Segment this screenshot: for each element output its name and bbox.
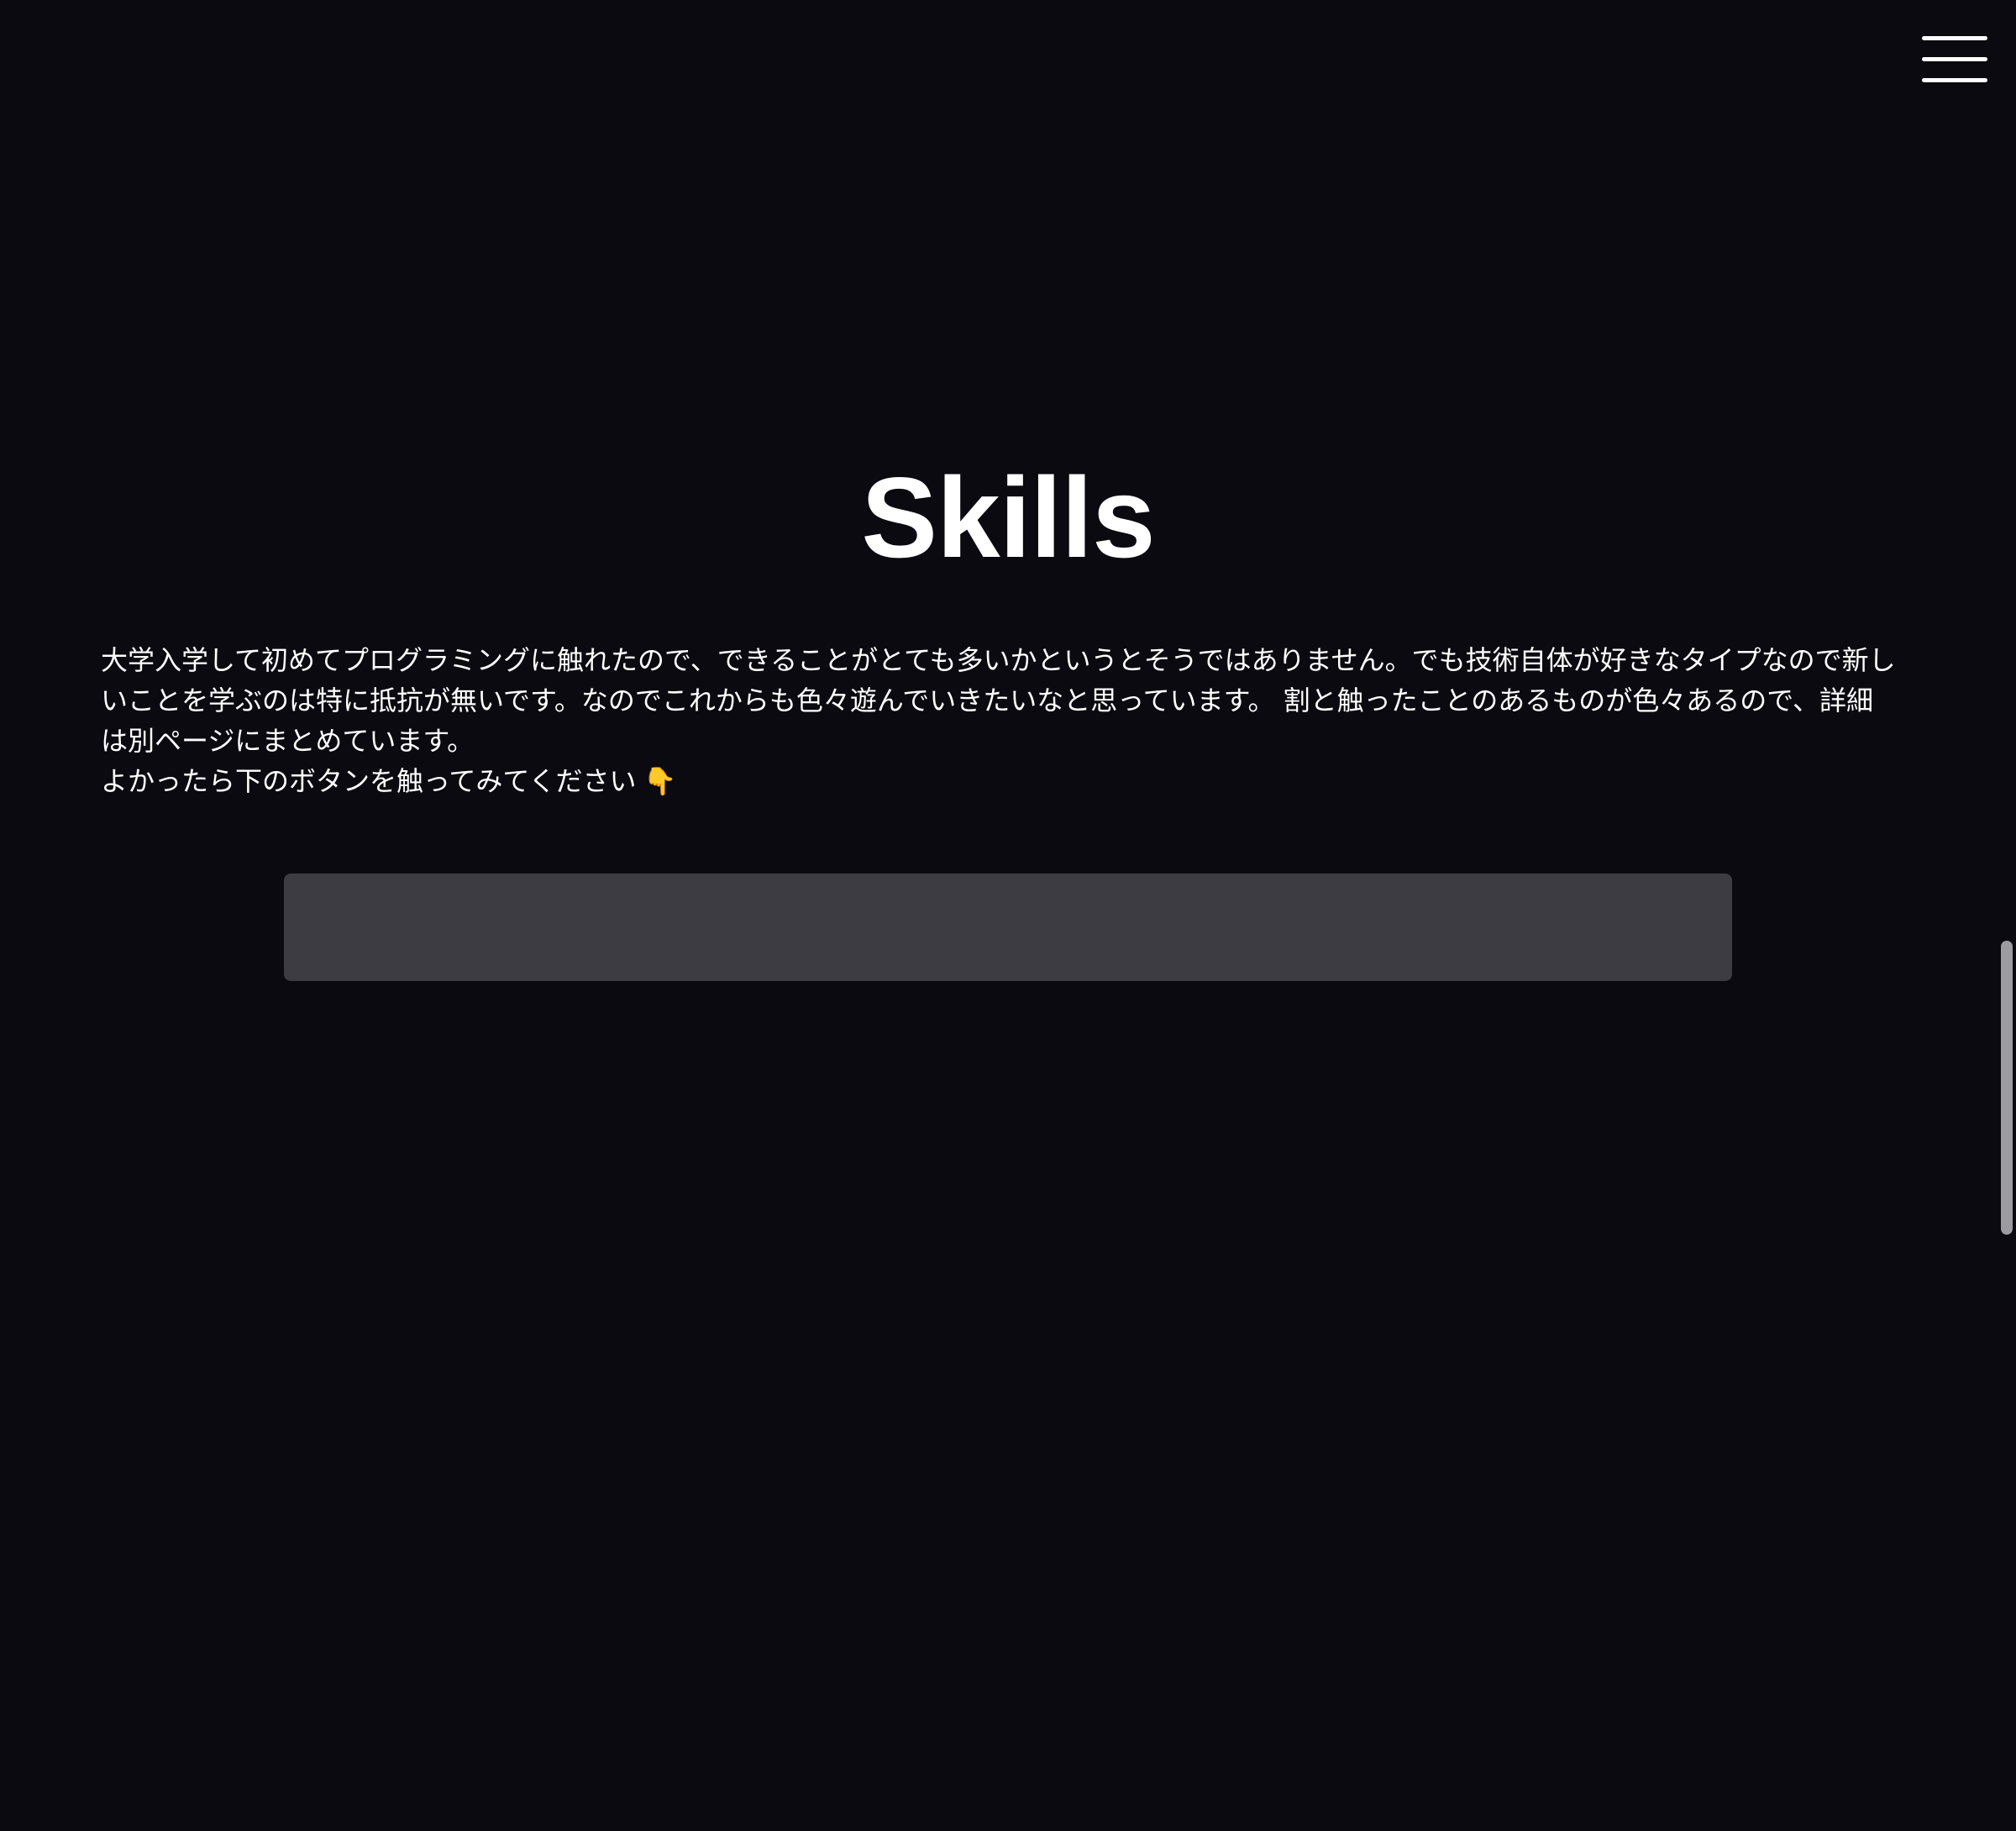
skills-intro: 大学入学して初めてプログラミングに触れたので、できることがとても多いかというとそ… bbox=[101, 640, 1898, 801]
hamburger-menu-icon bbox=[1922, 36, 1987, 40]
pointing-down-icon: 👇 bbox=[643, 765, 677, 797]
skills-title: Skills bbox=[861, 454, 1155, 581]
hamburger-menu-icon-line bbox=[1922, 57, 1987, 61]
skills-intro-cta: よかったら下のボタンを触ってみてください 👇 bbox=[101, 761, 1898, 801]
hamburger-menu-icon-line bbox=[1922, 78, 1987, 82]
skills-intro-paragraph: 大学入学して初めてプログラミングに触れたので、できることがとても多いかというとそ… bbox=[101, 644, 1896, 757]
scrollbar-thumb[interactable] bbox=[2001, 941, 2013, 1235]
skills-cta-text: よかったら下のボタンを触ってみてください bbox=[101, 765, 637, 797]
skills-detail-button[interactable] bbox=[284, 874, 1732, 981]
hamburger-menu-button[interactable] bbox=[1915, 32, 1987, 86]
